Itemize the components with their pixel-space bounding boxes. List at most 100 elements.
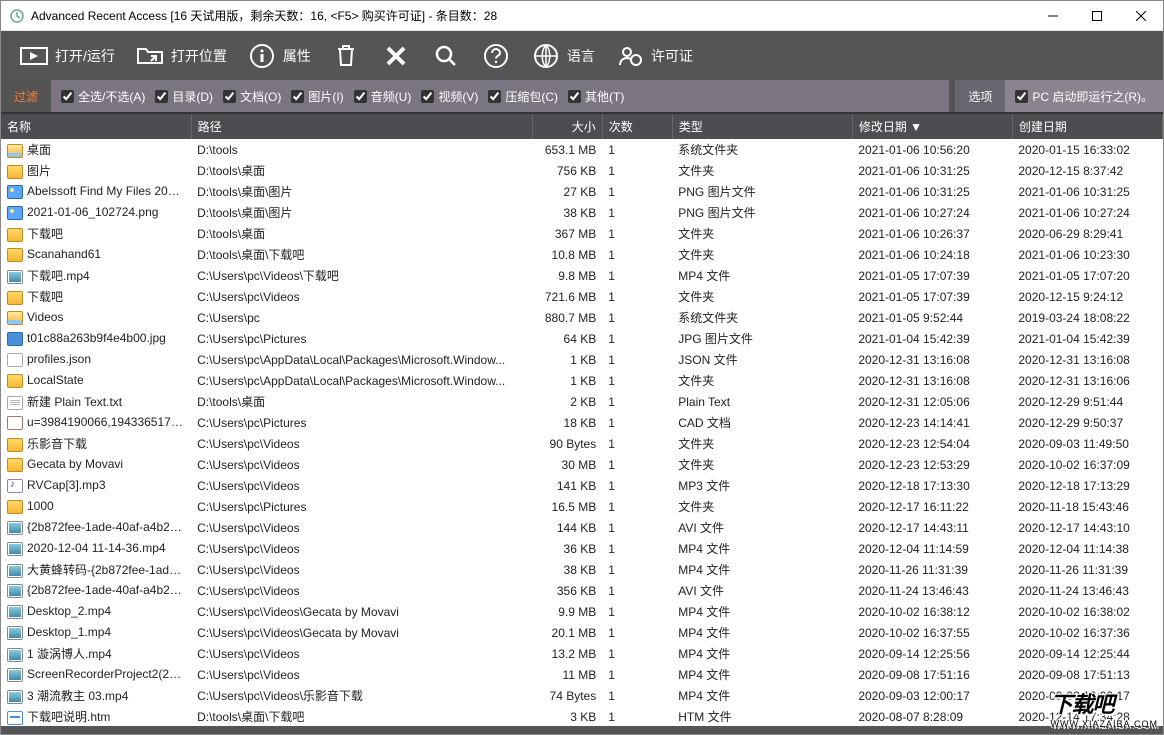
table-row[interactable]: {2b872fee-1ade-40af-a4b2-9f...C:\Users\p… xyxy=(1,517,1163,538)
table-row[interactable]: 2021-01-06_102724.pngD:\tools\桌面\图片38 KB… xyxy=(1,202,1163,223)
search-icon xyxy=(431,41,461,71)
file-icon xyxy=(7,542,23,556)
col-modified[interactable]: 修改日期 ▼ xyxy=(852,114,1012,139)
close-button[interactable] xyxy=(1119,1,1163,31)
col-created[interactable]: 创建日期 xyxy=(1012,114,1162,139)
toolbar: 打开/运行 打开位置 属性 语言 许可证 xyxy=(1,31,1163,80)
table-row[interactable]: LocalStateC:\Users\pc\AppData\Local\Pack… xyxy=(1,370,1163,391)
minimize-button[interactable] xyxy=(1031,1,1075,31)
table-row[interactable]: 下载吧D:\tools\桌面367 MB1文件夹2021-01-06 10:26… xyxy=(1,223,1163,244)
table-row[interactable]: Abelssoft Find My Files 2019 1...D:\tool… xyxy=(1,181,1163,202)
file-icon xyxy=(7,648,23,662)
file-icon xyxy=(7,270,23,284)
file-icon xyxy=(7,248,23,262)
globe-icon xyxy=(531,41,561,71)
chk-doc[interactable]: 文档(O) xyxy=(223,88,281,105)
table-row[interactable]: u=3984190066,194336517&f...C:\Users\pc\P… xyxy=(1,412,1163,433)
table-row[interactable]: 3 潮流教主 03.mp4C:\Users\pc\Videos\乐影音下载74 … xyxy=(1,685,1163,706)
chk-audio[interactable]: 音频(U) xyxy=(354,88,412,105)
file-icon xyxy=(7,521,23,535)
file-icon xyxy=(7,416,23,430)
table-row[interactable]: 1 漩涡博人.mp4C:\Users\pc\Videos13.2 MB1MP4 … xyxy=(1,643,1163,664)
titlebar: Advanced Recent Access [16 天试用版，剩余天数：16,… xyxy=(1,1,1163,31)
table-row[interactable]: 图片D:\tools\桌面756 KB1文件夹2021-01-06 10:31:… xyxy=(1,160,1163,181)
file-icon xyxy=(7,584,23,598)
col-path[interactable]: 路径 xyxy=(191,114,532,139)
table-row[interactable]: Scanahand61D:\tools\桌面\下载吧10.8 MB1文件夹202… xyxy=(1,244,1163,265)
maximize-button[interactable] xyxy=(1075,1,1119,31)
table-row[interactable]: 新建 Plain Text.txtD:\tools\桌面2 KB1Plain T… xyxy=(1,391,1163,412)
table-row[interactable]: 2020-12-04 11-14-36.mp4C:\Users\pc\Video… xyxy=(1,538,1163,559)
table-row[interactable]: Gecata by MovaviC:\Users\pc\Videos30 MB1… xyxy=(1,454,1163,475)
col-count[interactable]: 次数 xyxy=(602,114,672,139)
table-row[interactable]: Desktop_1.mp4C:\Users\pc\Videos\Gecata b… xyxy=(1,622,1163,643)
language-label: 语言 xyxy=(567,46,595,66)
chk-dir[interactable]: 目录(D) xyxy=(155,88,213,105)
file-icon xyxy=(7,228,23,242)
table-row[interactable]: Desktop_2.mp4C:\Users\pc\Videos\Gecata b… xyxy=(1,601,1163,622)
table-row[interactable]: {2b872fee-1ade-40af-a4b2-9f...C:\Users\p… xyxy=(1,580,1163,601)
recycle-button[interactable] xyxy=(323,37,369,75)
table-row[interactable]: ScreenRecorderProject2(2020...C:\Users\p… xyxy=(1,664,1163,685)
file-icon xyxy=(7,396,23,410)
help-icon xyxy=(481,41,511,71)
file-icon xyxy=(7,311,23,325)
content-area: 名称 路径 大小 次数 类型 修改日期 ▼ 创建日期 桌面D:\tools653… xyxy=(1,112,1163,726)
language-button[interactable]: 语言 xyxy=(523,37,603,75)
delete-button[interactable] xyxy=(373,37,419,75)
chk-select-all[interactable]: 全选/不选(A) xyxy=(61,88,145,105)
table-row[interactable]: profiles.jsonC:\Users\pc\AppData\Local\P… xyxy=(1,349,1163,370)
properties-button[interactable]: 属性 xyxy=(239,37,319,75)
help-button[interactable] xyxy=(473,37,519,75)
filterbar: 过滤 全选/不选(A) 目录(D) 文档(O) 图片(I) 音频(U) 视频(V… xyxy=(1,80,1163,112)
search-button[interactable] xyxy=(423,37,469,75)
trash-icon xyxy=(331,41,361,71)
open-location-button[interactable]: 打开位置 xyxy=(127,37,235,75)
app-icon xyxy=(9,8,25,24)
file-icon xyxy=(7,291,23,305)
table-row[interactable]: 下载吧C:\Users\pc\Videos721.6 MB1文件夹2021-01… xyxy=(1,286,1163,307)
table-row[interactable]: 下载吧.mp4C:\Users\pc\Videos\下载吧9.8 MB1MP4 … xyxy=(1,265,1163,286)
file-icon xyxy=(7,458,23,472)
file-icon xyxy=(7,668,23,682)
file-icon xyxy=(7,353,23,367)
table-row[interactable]: t01c88a263b9f4e4b00.jpgC:\Users\pc\Pictu… xyxy=(1,328,1163,349)
file-icon xyxy=(7,374,23,388)
table-row[interactable]: RVCap[3].mp3C:\Users\pc\Videos141 KB1MP3… xyxy=(1,475,1163,496)
open-run-label: 打开/运行 xyxy=(55,46,115,66)
open-run-button[interactable]: 打开/运行 xyxy=(11,37,123,75)
chk-video[interactable]: 视频(V) xyxy=(421,88,478,105)
file-icon xyxy=(7,144,23,158)
chk-autostart[interactable]: PC 启动即运行之(R)。 xyxy=(1015,88,1153,105)
table-row[interactable]: 桌面D:\tools653.1 MB1系统文件夹2021-01-06 10:56… xyxy=(1,139,1163,160)
chk-other[interactable]: 其他(T) xyxy=(568,88,624,105)
license-button[interactable]: 许可证 xyxy=(607,37,701,75)
file-icon xyxy=(7,206,23,220)
open-run-icon xyxy=(19,41,49,71)
table-scroll[interactable]: 名称 路径 大小 次数 类型 修改日期 ▼ 创建日期 桌面D:\tools653… xyxy=(1,114,1163,726)
options-tab[interactable]: 选项 xyxy=(955,80,1005,112)
file-table: 名称 路径 大小 次数 类型 修改日期 ▼ 创建日期 桌面D:\tools653… xyxy=(1,114,1163,726)
file-icon xyxy=(7,500,23,514)
file-icon xyxy=(7,332,23,346)
col-name[interactable]: 名称 xyxy=(1,114,191,139)
properties-label: 属性 xyxy=(283,46,311,66)
col-size[interactable]: 大小 xyxy=(532,114,602,139)
filter-tab[interactable]: 过滤 xyxy=(1,80,51,112)
user-shield-icon xyxy=(615,41,645,71)
file-icon xyxy=(7,479,23,493)
watermark: 下载吧 WWW.XIAZAIBA.COM xyxy=(1051,687,1159,729)
table-row[interactable]: 大黄蜂转码-{2b872fee-1ade-...C:\Users\pc\Vide… xyxy=(1,559,1163,580)
file-icon xyxy=(7,711,23,725)
col-type[interactable]: 类型 xyxy=(672,114,852,139)
table-row[interactable]: VideosC:\Users\pc880.7 MB1系统文件夹2021-01-0… xyxy=(1,307,1163,328)
table-row[interactable]: 下载吧说明.htmD:\tools\桌面\下载吧3 KB1HTM 文件2020-… xyxy=(1,706,1163,726)
folder-open-icon xyxy=(135,41,165,71)
table-row[interactable]: 1000C:\Users\pc\Pictures16.5 MB1文件夹2020-… xyxy=(1,496,1163,517)
chk-pic[interactable]: 图片(I) xyxy=(291,88,343,105)
chk-archive[interactable]: 压缩包(C) xyxy=(488,88,558,105)
file-icon xyxy=(7,626,23,640)
file-icon xyxy=(7,690,23,704)
info-icon xyxy=(247,41,277,71)
table-row[interactable]: 乐影音下载C:\Users\pc\Videos90 Bytes1文件夹2020-… xyxy=(1,433,1163,454)
